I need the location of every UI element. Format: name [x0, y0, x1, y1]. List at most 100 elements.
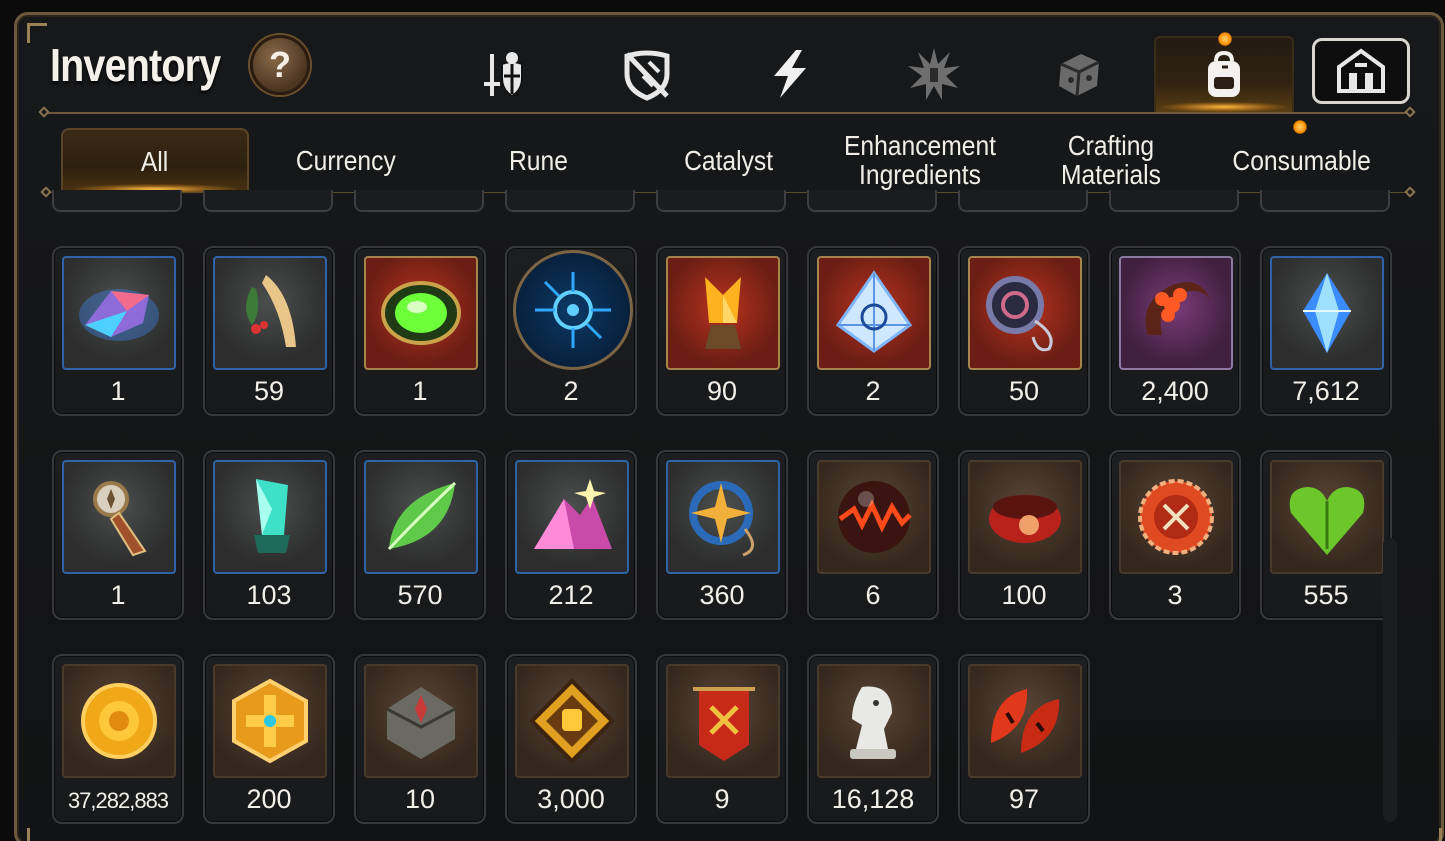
prism-crystal-icon	[79, 289, 159, 341]
item-slot[interactable]: 50	[958, 246, 1090, 416]
item-slot[interactable]: 7,612	[1260, 246, 1392, 416]
tab-guild[interactable]	[1312, 38, 1410, 104]
tab-equipment[interactable]	[434, 36, 574, 112]
item-quantity: 7,612	[1292, 376, 1360, 406]
green-orb-icon	[381, 281, 461, 345]
tab-skills[interactable]	[720, 36, 860, 112]
frame-corner-ornament	[27, 23, 47, 43]
green-leaf-icon	[387, 481, 457, 551]
item-quantity: 10	[404, 784, 436, 814]
item-slot[interactable]: 37,282,883	[52, 654, 184, 824]
coiled-ring-icon	[986, 276, 1053, 352]
red-bracelet-icon	[989, 495, 1061, 543]
item-slot-partial[interactable]	[354, 190, 484, 212]
tab-all[interactable]: All	[61, 128, 249, 194]
pink-ore-icon	[534, 479, 612, 549]
item-slot[interactable]: 1	[354, 246, 486, 416]
tab-inventory[interactable]	[1154, 36, 1294, 112]
item-quantity: 6	[865, 580, 881, 610]
item-quantity: 570	[397, 580, 443, 610]
item-slot[interactable]: 555	[1260, 450, 1392, 620]
item-quantity: 90	[706, 376, 738, 406]
gold-hexagon-icon	[232, 678, 308, 764]
item-quantity: 1	[110, 376, 126, 406]
item-quantity: 3,000	[537, 784, 605, 814]
tab-artifact[interactable]	[864, 36, 1004, 112]
tab-enhancement-ingredients[interactable]: Enhancement Ingredients	[826, 128, 1014, 192]
item-quantity: 9	[714, 784, 730, 814]
item-slot-partial[interactable]	[958, 190, 1088, 212]
item-slot-partial[interactable]	[656, 190, 786, 212]
item-slot[interactable]: 59	[203, 246, 335, 416]
backpack-icon	[1208, 50, 1240, 97]
item-quantity: 103	[246, 580, 292, 610]
item-slot[interactable]: 90	[656, 246, 788, 416]
notification-dot	[1218, 32, 1232, 46]
item-quantity: 3	[1167, 580, 1183, 610]
item-quantity: 1	[110, 580, 126, 610]
item-slot[interactable]: 97	[958, 654, 1090, 824]
item-slot-partial[interactable]	[1109, 190, 1239, 212]
fire-orb-icon	[838, 481, 912, 553]
item-quantity: 360	[699, 580, 745, 610]
lightning-icon	[774, 50, 806, 98]
item-slot[interactable]: 200	[203, 654, 335, 824]
rune-disc-icon	[535, 272, 611, 348]
frame-corner-ornament	[27, 828, 47, 841]
item-slot[interactable]: 2,400	[1109, 246, 1241, 416]
war-banner-icon	[693, 687, 755, 761]
item-slot[interactable]: 3,000	[505, 654, 637, 824]
item-slot[interactable]: 1	[52, 450, 184, 620]
item-slot-partial[interactable]	[1260, 190, 1390, 212]
item-quantity: 59	[253, 376, 285, 406]
item-quantity: 2,400	[1141, 376, 1209, 406]
item-slot[interactable]: 2	[807, 246, 939, 416]
guild-castle-icon	[1337, 48, 1385, 93]
tab-crafting-materials[interactable]: Crafting Materials	[1017, 128, 1205, 192]
item-slot[interactable]: 10	[354, 654, 486, 824]
tab-catalyst[interactable]: Catalyst	[635, 128, 823, 192]
item-quantity: 2	[865, 376, 881, 406]
help-button[interactable]: ?	[250, 35, 310, 95]
item-slot[interactable]: 103	[203, 450, 335, 620]
item-slot[interactable]: 100	[958, 450, 1090, 620]
item-slot-partial[interactable]	[52, 190, 182, 212]
item-quantity: 100	[1001, 580, 1047, 610]
tab-defense[interactable]	[577, 36, 717, 112]
blue-crystal-icon	[1303, 273, 1351, 353]
item-quantity: 97	[1008, 784, 1040, 814]
green-heart-icon	[1289, 487, 1365, 555]
item-slot[interactable]: 212	[505, 450, 637, 620]
item-quantity: 555	[1303, 580, 1349, 610]
item-quantity: 212	[548, 580, 594, 610]
scrollbar[interactable]	[1383, 538, 1397, 822]
red-badge-icon	[1138, 479, 1214, 555]
tab-currency[interactable]: Currency	[252, 128, 440, 192]
red-leaf-icon	[991, 689, 1060, 753]
item-quantity: 50	[1008, 376, 1040, 406]
item-quantity: 37,282,883	[67, 788, 169, 813]
item-slot[interactable]: 360	[656, 450, 788, 620]
burst-icon	[908, 48, 960, 100]
page-title: Inventory	[50, 39, 221, 91]
teal-crystal-icon	[254, 479, 290, 553]
item-slot-partial[interactable]	[807, 190, 937, 212]
tab-gacha[interactable]	[1009, 36, 1149, 112]
item-slot[interactable]: 9	[656, 654, 788, 824]
tab-rune[interactable]: Rune	[444, 128, 632, 192]
item-slot[interactable]: 6	[807, 450, 939, 620]
silver-knight-icon	[850, 686, 896, 759]
tab-consumable[interactable]: Consumable	[1208, 128, 1396, 192]
item-slot[interactable]: 570	[354, 450, 486, 620]
item-slot-partial[interactable]	[505, 190, 635, 212]
notification-dot	[1293, 120, 1307, 134]
item-slot[interactable]: 3	[1109, 450, 1241, 620]
broken-shield-icon	[624, 50, 670, 101]
star-amulet-icon	[689, 481, 754, 557]
item-slot-partial[interactable]	[203, 190, 333, 212]
item-slot[interactable]: 2	[505, 246, 637, 416]
item-slot[interactable]: 1	[52, 246, 184, 416]
dice-box-icon	[1059, 54, 1100, 97]
frame-corner-ornament	[1422, 828, 1442, 841]
item-slot[interactable]: 16,128	[807, 654, 939, 824]
